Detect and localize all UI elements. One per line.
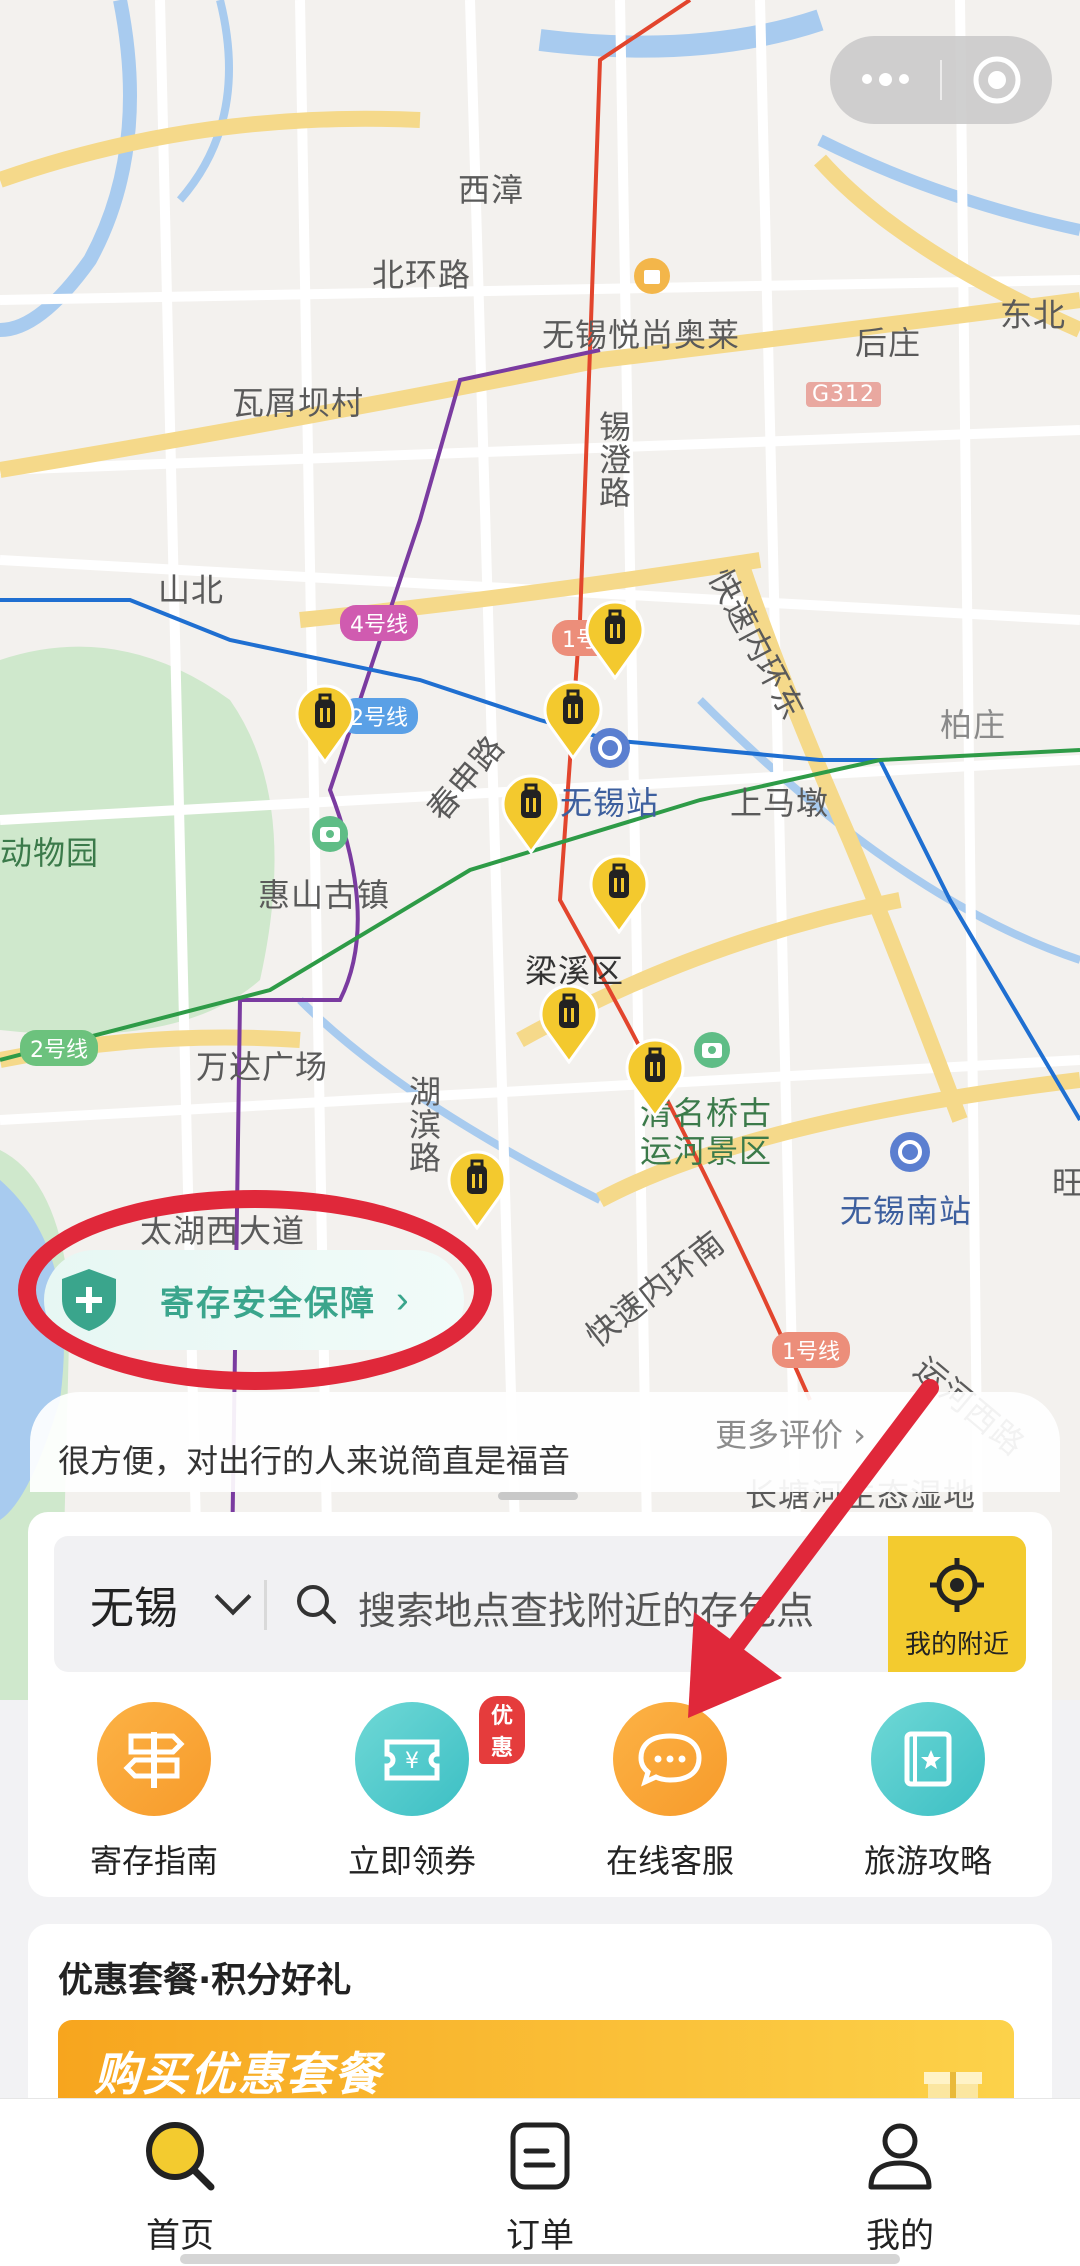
home-indicator	[180, 2254, 900, 2264]
search-input[interactable]: 搜索地点查找附近的存包点	[358, 1580, 814, 1635]
target-circle-icon[interactable]	[942, 54, 1052, 106]
svg-text:¥: ¥	[405, 1749, 419, 1774]
promo-title: 优惠套餐·积分好礼	[58, 1961, 352, 2001]
map-label: 西漳	[458, 171, 525, 209]
annotation-circle	[18, 1190, 492, 1390]
search-panel: 无锡 搜索地点查找附近的存包点 我的附近 寄存指南 ¥ 优惠 立即领券 在线客服	[28, 1512, 1052, 1897]
promo-banner-text: 购买优惠套餐	[94, 2047, 382, 2101]
map-label: 后庄	[855, 324, 922, 362]
quick-action-label: 在线客服	[605, 1842, 734, 1880]
more-dots-icon[interactable]	[830, 73, 940, 86]
map-label: 锡澄路	[594, 410, 632, 509]
order-icon	[510, 2122, 570, 2190]
nearby-label: 我的附近	[904, 1630, 1009, 1660]
review-strip: 很方便，对出行的人来说简直是福音 更多评价 ›	[30, 1392, 1060, 1500]
quick-action-label: 寄存指南	[89, 1842, 218, 1880]
map-label: 动物园	[0, 834, 100, 872]
map-label: 北环路	[372, 256, 472, 294]
map-label: G312	[806, 382, 882, 407]
quick-action-online-service[interactable]: 在线客服	[570, 1702, 770, 1882]
guidebook-icon	[871, 1702, 985, 1816]
tab-label: 订单	[506, 2216, 574, 2256]
map-label: 山北	[158, 571, 225, 609]
chevron-down-icon	[214, 1578, 252, 1616]
profile-icon	[868, 2123, 932, 2190]
search-bar: 无锡 搜索地点查找附近的存包点 我的附近	[54, 1536, 1026, 1672]
luggage-storage-pin[interactable]	[500, 770, 562, 854]
tab-label: 首页	[146, 2216, 214, 2256]
metro-line-badge: 1号线	[772, 1332, 850, 1368]
discount-badge: 优惠	[479, 1696, 526, 1764]
luggage-storage-pin[interactable]	[446, 1146, 508, 1230]
camera-poi-icon	[694, 1032, 730, 1068]
locate-icon	[930, 1558, 984, 1612]
luggage-storage-pin[interactable]	[294, 680, 356, 764]
bottom-tab-bar: 首页 订单 我的	[0, 2098, 1080, 2266]
tab-orders[interactable]: 订单	[440, 2117, 640, 2257]
coupon-icon: ¥ 优惠	[355, 1696, 526, 1816]
map-label: 上马墩	[730, 784, 830, 822]
shopping-poi-icon	[634, 258, 670, 294]
map-label: 万达广场	[196, 1048, 329, 1086]
tab-home[interactable]: 首页	[80, 2117, 280, 2257]
city-selector[interactable]: 无锡	[90, 1572, 178, 1636]
luggage-storage-pin[interactable]	[538, 980, 600, 1064]
metro-line-badge: 2号线	[20, 1030, 98, 1066]
search-icon	[146, 2122, 215, 2191]
tab-profile[interactable]: 我的	[800, 2117, 1000, 2257]
luggage-storage-pin[interactable]	[624, 1034, 686, 1118]
search-icon	[297, 1585, 336, 1624]
map-label: 柏庄	[940, 706, 1007, 744]
promo-section: 优惠套餐·积分好礼 购买优惠套餐	[28, 1924, 1052, 2124]
review-quote: 很方便，对出行的人来说简直是福音	[58, 1442, 571, 1480]
luggage-storage-pin[interactable]	[542, 676, 604, 760]
metro-line-badge: 4号线	[340, 605, 418, 641]
miniprogram-capsule	[830, 36, 1052, 124]
map-label: 瓦屑坝村	[232, 384, 365, 422]
map-label: 旺	[1052, 1164, 1080, 1202]
map-label: 东北	[1000, 296, 1067, 334]
map-label: 无锡南站	[840, 1192, 973, 1230]
more-reviews-link[interactable]: 更多评价 ›	[715, 1410, 866, 1456]
map-label: 无锡站	[560, 784, 660, 822]
quick-action-storage-guide[interactable]: 寄存指南	[54, 1702, 254, 1882]
quick-action-coupon[interactable]: ¥ 优惠 立即领券	[312, 1696, 526, 1882]
map-label: 无锡悦尚奥莱	[542, 316, 741, 354]
camera-poi-icon	[312, 816, 348, 852]
quick-action-travel-guide[interactable]: 旅游攻略	[828, 1702, 1028, 1882]
nearby-button[interactable]: 我的附近	[888, 1536, 1026, 1672]
map-label: 惠山古镇	[258, 876, 391, 914]
signpost-icon	[97, 1702, 211, 1816]
luggage-storage-pin[interactable]	[584, 596, 646, 680]
quick-action-label: 旅游攻略	[863, 1842, 992, 1880]
quick-action-label: 立即领券	[347, 1842, 476, 1880]
search-divider	[264, 1580, 267, 1630]
drag-handle[interactable]	[498, 1492, 578, 1500]
chat-bubble-icon	[613, 1702, 727, 1816]
tab-label: 我的	[866, 2216, 934, 2256]
luggage-storage-pin[interactable]	[588, 850, 650, 934]
map-label: 湖滨路	[404, 1075, 442, 1174]
map-label: 运河景区	[640, 1132, 773, 1170]
train-station-icon	[890, 1132, 930, 1172]
